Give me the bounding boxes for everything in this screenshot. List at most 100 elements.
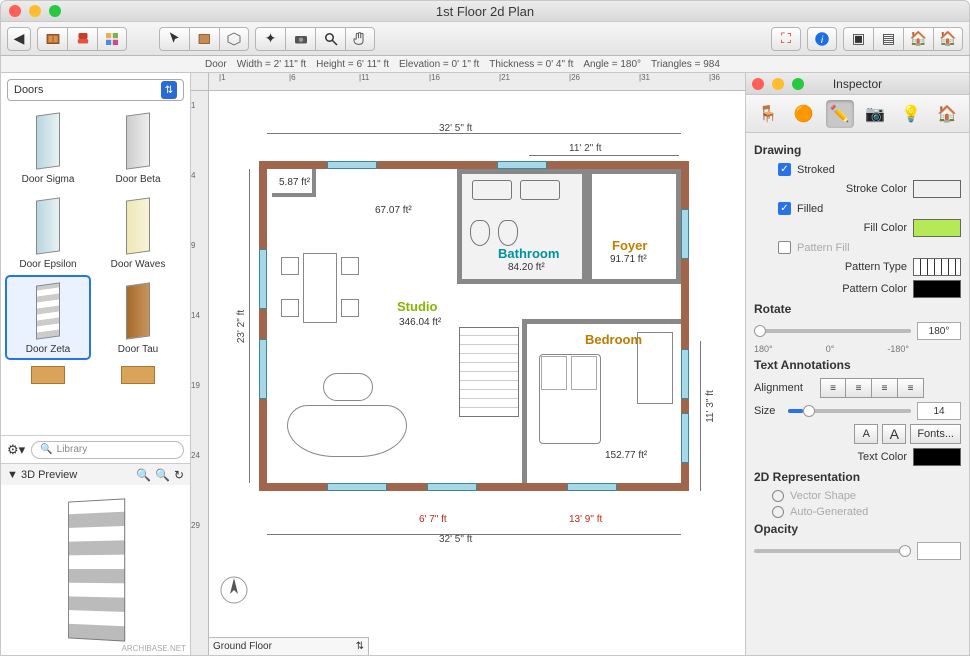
info-button[interactable]: i (807, 27, 837, 51)
preview-zoom-out-button[interactable]: 🔍 (155, 468, 170, 482)
align-center-button[interactable]: ≡ (846, 378, 872, 398)
floor-selector[interactable]: Ground Floor⇅ (209, 637, 369, 655)
furniture-library-button[interactable] (37, 27, 67, 51)
window-controls (1, 5, 61, 17)
vector-shape-radio[interactable] (772, 490, 784, 502)
preview-zoom-in-button[interactable]: 🔍 (136, 468, 151, 482)
minimize-window-button[interactable] (29, 5, 41, 17)
library-item[interactable]: Door Epsilon (7, 192, 89, 273)
auto-generated-radio[interactable] (772, 506, 784, 518)
stairs (459, 327, 519, 417)
alignment-buttons: ≡ ≡ ≡ ≡ (820, 378, 924, 398)
room-tool-button[interactable] (219, 27, 249, 51)
view-split-button[interactable]: 🏠 (903, 27, 933, 51)
zoom-tool-button[interactable] (315, 27, 345, 51)
furniture-icon (44, 30, 62, 48)
pattern-fill-label: Pattern Fill (797, 242, 850, 254)
measure-tool-button[interactable]: ✦ (255, 27, 285, 51)
align-justify-button[interactable]: ≡ (898, 378, 924, 398)
library-item[interactable] (7, 362, 89, 388)
materials-button[interactable] (97, 27, 127, 51)
library-item[interactable]: Door Beta (97, 107, 179, 188)
filled-checkbox[interactable]: ✓ (778, 202, 791, 215)
sofa (287, 405, 407, 457)
pan-tool-button[interactable] (345, 27, 375, 51)
render-button[interactable]: ⛶ (771, 27, 801, 51)
coffee-table (323, 373, 373, 401)
preview-reset-button[interactable]: ↻ (174, 468, 184, 482)
inspector-tab-camera[interactable]: 📷 (861, 100, 889, 128)
gear-icon[interactable]: ⚙▾ (7, 442, 25, 458)
category-selector[interactable]: Doors ⇅ (7, 79, 184, 101)
status-width: Width = 2' 11" ft (237, 59, 306, 70)
chair-library-button[interactable] (67, 27, 97, 51)
inspector-tabs: 🪑 🟠 ✏️ 📷 💡 🏠 (746, 95, 969, 133)
floorplan-canvas[interactable]: 32' 5" ft 11' 2" ft 23' 2" ft 11' 3" ft … (209, 91, 745, 655)
inspector-tab-building[interactable]: 🏠 (933, 100, 961, 128)
status-angle: Angle = 180° (583, 59, 641, 70)
inspector-tab-material[interactable]: 🟠 (790, 100, 818, 128)
inspector-tab-2d[interactable]: ✏️ (826, 100, 854, 128)
library-item[interactable]: Door Tau (97, 277, 179, 358)
room-bedroom[interactable]: Bedroom 152.77 ft² (522, 319, 681, 483)
drawing-header: Drawing (754, 143, 961, 157)
magnifier-icon (322, 30, 340, 48)
back-button[interactable]: ◀ (7, 27, 31, 51)
view-3d-button[interactable]: ▤ (873, 27, 903, 51)
library-panel: Doors ⇅ Door Sigma Door Beta Door Epsilo… (1, 73, 191, 655)
wall-icon (196, 30, 214, 48)
info-icon: i (813, 30, 831, 48)
status-triangles: Triangles = 984 (651, 59, 720, 70)
fill-color-label: Fill Color (754, 222, 907, 234)
chair-icon (74, 30, 92, 48)
dimension-label: 32' 5" ft (439, 534, 472, 545)
inspector-tab-object[interactable]: 🪑 (754, 100, 782, 128)
align-right-button[interactable]: ≡ (872, 378, 898, 398)
stroke-color-swatch[interactable] (913, 180, 961, 198)
library-mode-group (37, 27, 127, 51)
pattern-color-label: Pattern Color (754, 283, 907, 295)
text-header: Text Annotations (754, 358, 961, 372)
size-value[interactable]: 14 (917, 402, 961, 420)
pattern-fill-checkbox[interactable] (778, 241, 791, 254)
room-foyer[interactable]: Foyer 91.71 ft² (587, 169, 681, 284)
chevron-icon: ⇅ (356, 641, 364, 652)
library-item-selected[interactable]: Door Zeta (7, 277, 89, 358)
pointer-tool-button[interactable] (159, 27, 189, 51)
status-height: Height = 6' 11" ft (316, 59, 389, 70)
search-input[interactable]: 🔍Library (31, 441, 184, 459)
rotate-slider[interactable] (754, 329, 911, 333)
opacity-value[interactable] (917, 542, 961, 560)
pattern-color-swatch[interactable] (913, 280, 961, 298)
wall-tool-button[interactable] (189, 27, 219, 51)
zoom-window-button[interactable] (49, 5, 61, 17)
inspector-tab-light[interactable]: 💡 (897, 100, 925, 128)
size-slider[interactable] (788, 409, 911, 413)
preview-3d[interactable]: ARCHIBASE.NET (1, 485, 190, 655)
stroked-checkbox[interactable]: ✓ (778, 163, 791, 176)
view-2d-button[interactable]: ▣ (843, 27, 873, 51)
align-left-button[interactable]: ≡ (820, 378, 846, 398)
opacity-header: Opacity (754, 522, 961, 536)
fill-color-swatch[interactable] (913, 219, 961, 237)
pattern-type-swatch[interactable] (913, 258, 961, 276)
camera-tool-button[interactable] (285, 27, 315, 51)
library-item[interactable]: Door Sigma (7, 107, 89, 188)
fonts-button[interactable]: Fonts... (910, 424, 961, 444)
font-smaller-button[interactable]: A (854, 424, 878, 444)
text-color-swatch[interactable] (913, 448, 961, 466)
font-larger-button[interactable]: A (882, 424, 906, 444)
room-bathroom[interactable]: Bathroom 84.20 ft² (457, 169, 587, 284)
dropdown-arrows-icon: ⇅ (161, 81, 177, 99)
hand-icon (351, 30, 369, 48)
close-window-button[interactable] (9, 5, 21, 17)
view-home-button[interactable]: 🏠 (933, 27, 963, 51)
dimension-label: 13' 9" ft (569, 514, 602, 525)
library-tools: ⚙▾ 🔍Library (1, 435, 190, 463)
cursor-icon (166, 30, 184, 48)
dimension-label: 6' 7" ft (419, 514, 447, 525)
opacity-slider[interactable] (754, 549, 911, 553)
rotate-value[interactable]: 180° (917, 322, 961, 340)
library-item[interactable]: Door Waves (97, 192, 179, 273)
library-item[interactable] (97, 362, 179, 388)
